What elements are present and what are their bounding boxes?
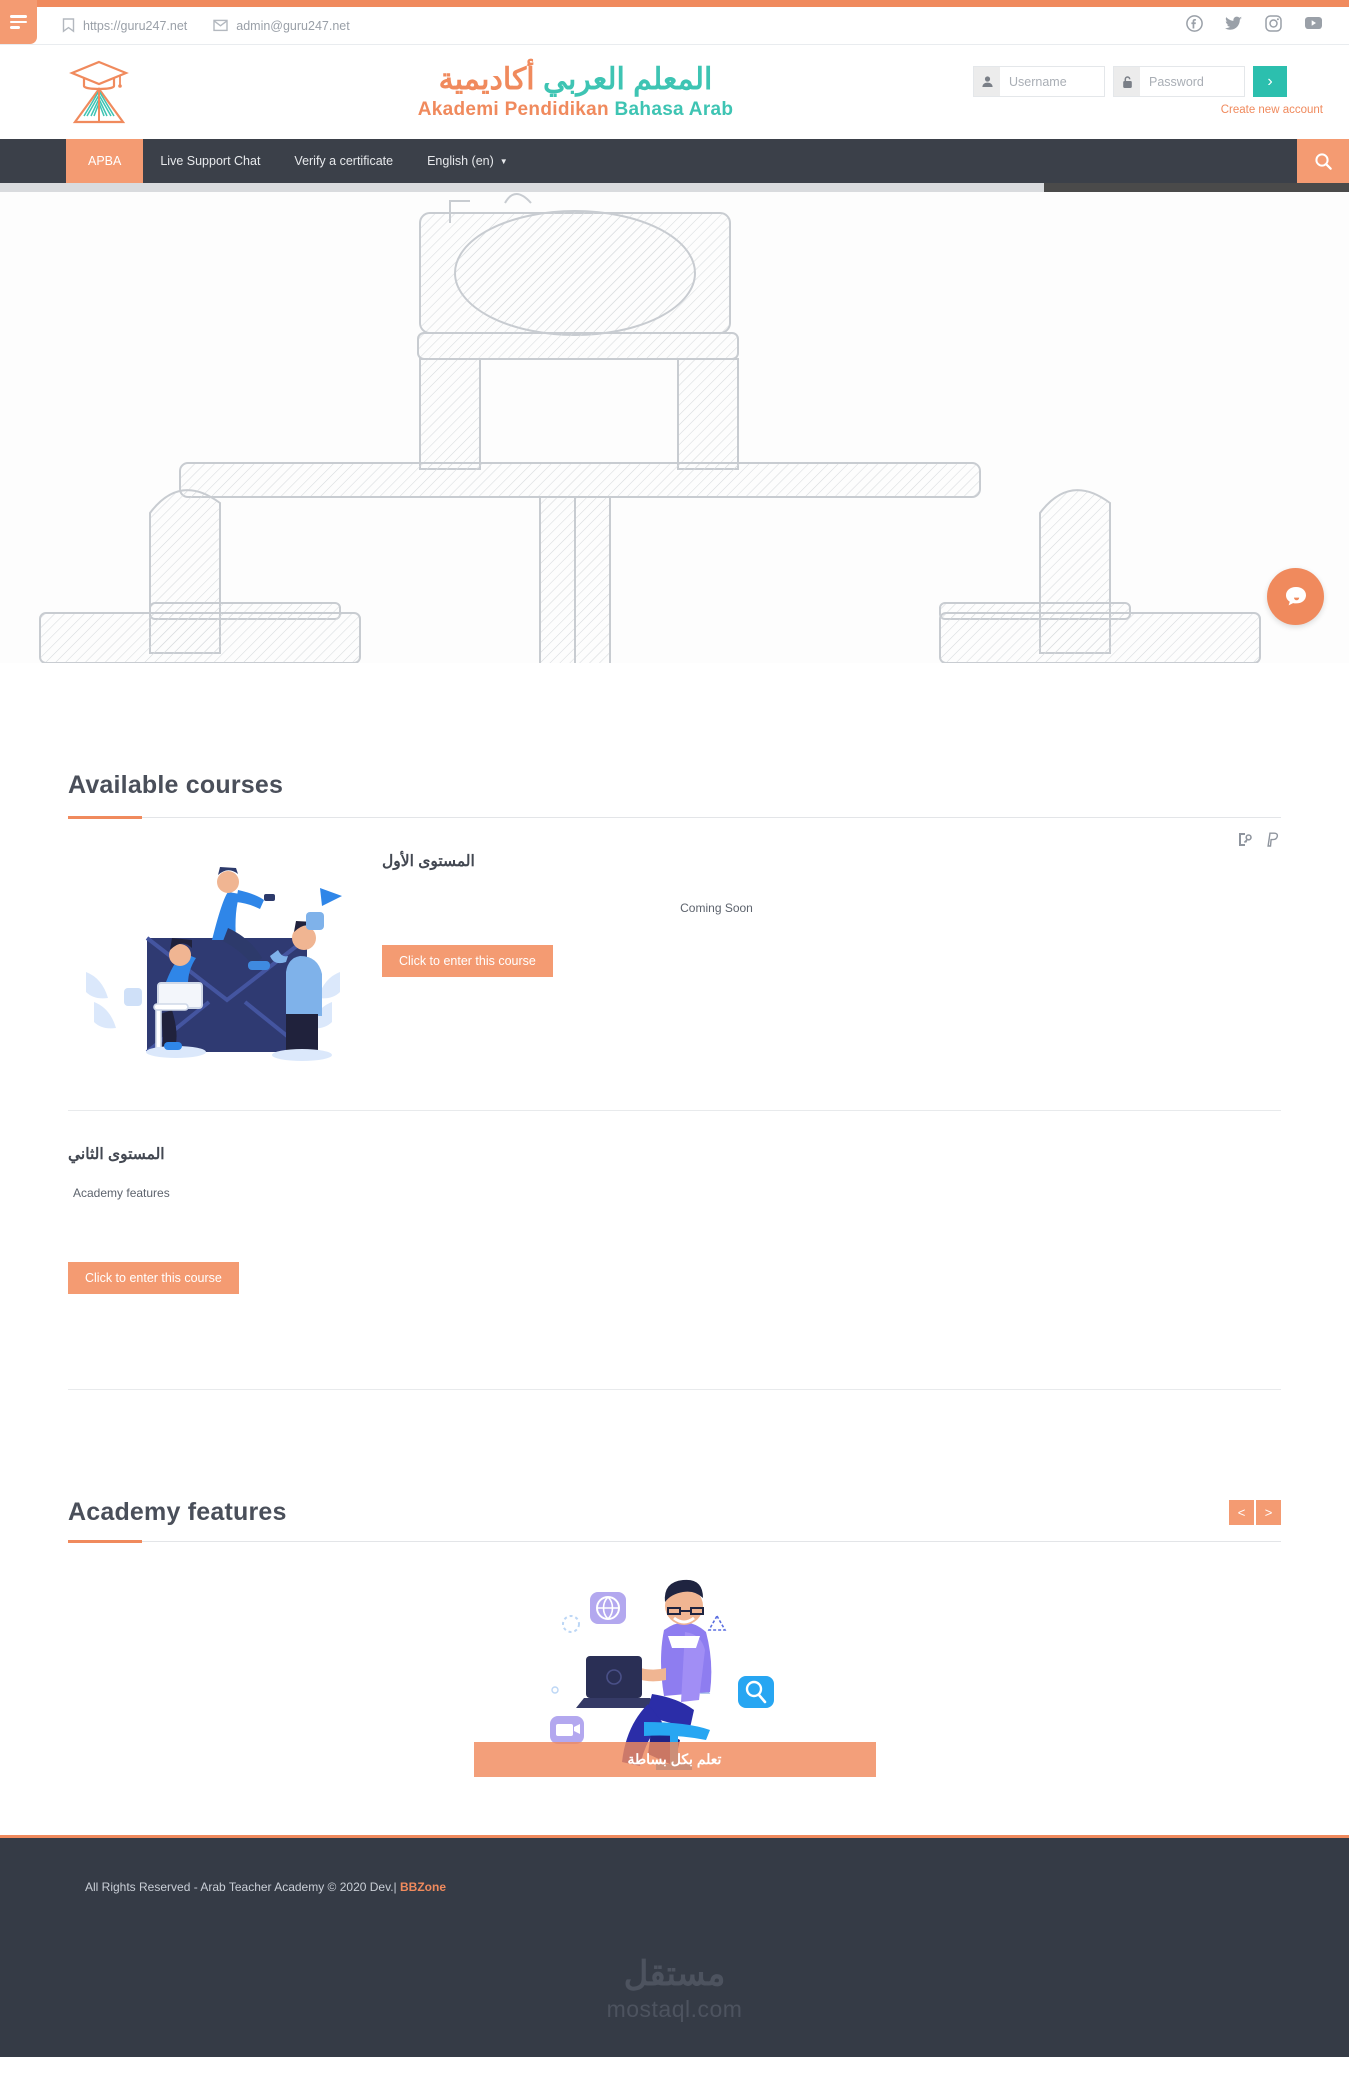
watermark-latin: mostaql.com xyxy=(606,1996,743,2022)
course-body: المستوى الأول Coming Soon Click to enter… xyxy=(68,852,1281,1082)
login-submit-button[interactable]: › xyxy=(1253,66,1287,97)
social-links xyxy=(1186,14,1323,37)
brand-title: المعلم العربي أكاديمية Akademi Pendidika… xyxy=(138,63,973,121)
user-icon xyxy=(974,67,1000,96)
site-url-link[interactable]: https://guru247.net xyxy=(62,18,187,33)
footer-copyright-text: All Rights Reserved - Arab Teacher Acade… xyxy=(85,1880,397,1894)
course-title[interactable]: المستوى الثاني xyxy=(68,1145,1281,1164)
nav-item-apba[interactable]: APBA xyxy=(66,139,144,183)
course-card: المستوى الأول Coming Soon Click to enter… xyxy=(68,818,1281,1111)
lock-icon xyxy=(1114,67,1140,96)
brand-en-teal: Bahasa Arab xyxy=(614,98,734,120)
youtube-icon[interactable] xyxy=(1304,16,1323,35)
username-input[interactable] xyxy=(1000,67,1104,96)
hero-banner xyxy=(0,183,1349,663)
nav-item-verify-certificate[interactable]: Verify a certificate xyxy=(277,139,410,183)
watermark-arabic: مستقل xyxy=(623,1955,726,1993)
email-link[interactable]: admin@guru247.net xyxy=(213,18,350,33)
main-content: Available courses المستوى الأول Coming S… xyxy=(0,663,1349,1777)
utility-bar: https://guru247.net admin@guru247.net xyxy=(0,0,1349,45)
login-area: › Create new account xyxy=(973,66,1323,118)
footer-copyright: All Rights Reserved - Arab Teacher Acade… xyxy=(0,1838,1349,1894)
course-title[interactable]: المستوى الأول xyxy=(382,852,1281,871)
available-courses-section: Available courses المستوى الأول Coming S… xyxy=(68,663,1281,1390)
course-card: المستوى الثاني Academy features Click to… xyxy=(68,1111,1281,1390)
login-form: › xyxy=(973,66,1323,97)
brand-en-orange: Akademi Pendidikan xyxy=(417,98,609,120)
enter-course-button[interactable]: Click to enter this course xyxy=(382,945,553,977)
chevron-down-icon: ▼ xyxy=(499,156,508,166)
footer-brand-link[interactable]: BBZone xyxy=(400,1880,446,1894)
hero-scrollbar-thumb[interactable] xyxy=(0,183,1045,192)
brand-ar-teal: المعلم العربي xyxy=(542,63,713,97)
enter-course-button[interactable]: Click to enter this course xyxy=(68,1262,239,1294)
password-input[interactable] xyxy=(1140,67,1244,96)
section-divider xyxy=(68,1539,1281,1543)
main-navigation: APBA Live Support Chat Verify a certific… xyxy=(0,139,1349,183)
twitter-icon[interactable] xyxy=(1225,16,1243,36)
course-details: المستوى الثاني Academy features Click to… xyxy=(68,1145,1281,1345)
site-url-label: https://guru247.net xyxy=(83,18,188,33)
utility-links: https://guru247.net admin@guru247.net xyxy=(62,18,350,33)
nav-item-live-support-chat[interactable]: Live Support Chat xyxy=(143,139,277,183)
chat-bubble-icon[interactable] xyxy=(1267,568,1324,625)
hero-scrollbar[interactable] xyxy=(0,183,1349,192)
password-field[interactable] xyxy=(1113,66,1245,97)
academy-features-header: Academy features < > xyxy=(68,1498,1281,1543)
nav-label-apba: APBA xyxy=(88,154,122,168)
course-body: المستوى الثاني Academy features Click to… xyxy=(68,1145,1281,1345)
enrolment-key-icon[interactable] xyxy=(1238,832,1253,852)
brand-title-arabic: المعلم العربي أكاديمية xyxy=(178,63,973,98)
carousel-prev-button[interactable]: < xyxy=(1229,1500,1254,1525)
course-details: المستوى الأول Coming Soon Click to enter… xyxy=(360,852,1281,1052)
course-summary: Coming Soon xyxy=(680,901,753,915)
create-account-link[interactable]: Create new account xyxy=(1221,104,1323,116)
top-accent-strip xyxy=(0,0,1349,7)
nav-label-live-support-chat: Live Support Chat xyxy=(160,154,261,168)
site-header: المعلم العربي أكاديمية Akademi Pendidika… xyxy=(0,45,1349,139)
academy-features-title: Academy features xyxy=(68,1498,287,1526)
facebook-icon[interactable] xyxy=(1186,14,1203,37)
feature-slide[interactable]: تعلم بكل بساطة xyxy=(473,1572,876,1777)
nav-item-language[interactable]: English (en) ▼ xyxy=(410,139,525,183)
brand-ar-orange: أكاديمية xyxy=(438,63,535,97)
feature-caption: تعلم بكل بساطة xyxy=(473,1742,876,1777)
instagram-icon[interactable] xyxy=(1265,14,1282,37)
watermark: مستقل mostaql.com xyxy=(0,1954,1349,2023)
course-summary: Academy features xyxy=(73,1186,170,1200)
bookmark-icon xyxy=(62,18,75,33)
envelope-icon xyxy=(213,19,228,32)
hero-banner-illustration xyxy=(0,183,1349,663)
paypal-icon[interactable] xyxy=(1265,832,1279,852)
course-thumbnail[interactable] xyxy=(68,852,360,1082)
feature-carousel: تعلم بكل بساطة xyxy=(68,1572,1281,1777)
username-field[interactable] xyxy=(973,66,1105,97)
carousel-next-button[interactable]: > xyxy=(1256,1500,1281,1525)
carousel-navigation: < > xyxy=(1229,1500,1281,1525)
course-action-icons xyxy=(1238,832,1279,852)
hamburger-icon[interactable] xyxy=(0,0,37,44)
nav-label-language: English (en) xyxy=(427,154,494,168)
search-icon[interactable] xyxy=(1297,139,1349,183)
page-root: https://guru247.net admin@guru247.net ال… xyxy=(0,0,1349,2092)
available-courses-title: Available courses xyxy=(68,771,284,799)
academy-features-section: Academy features < > تعلم بكل بساطة xyxy=(68,1390,1281,1777)
nav-label-verify-certificate: Verify a certificate xyxy=(294,154,394,168)
brand-title-latin: Akademi Pendidikan Bahasa Arab xyxy=(178,99,973,121)
graduation-book-logo[interactable] xyxy=(60,56,138,128)
email-label: admin@guru247.net xyxy=(236,18,350,33)
available-courses-header: Available courses xyxy=(68,771,1281,819)
site-footer: All Rights Reserved - Arab Teacher Acade… xyxy=(0,1835,1349,2057)
